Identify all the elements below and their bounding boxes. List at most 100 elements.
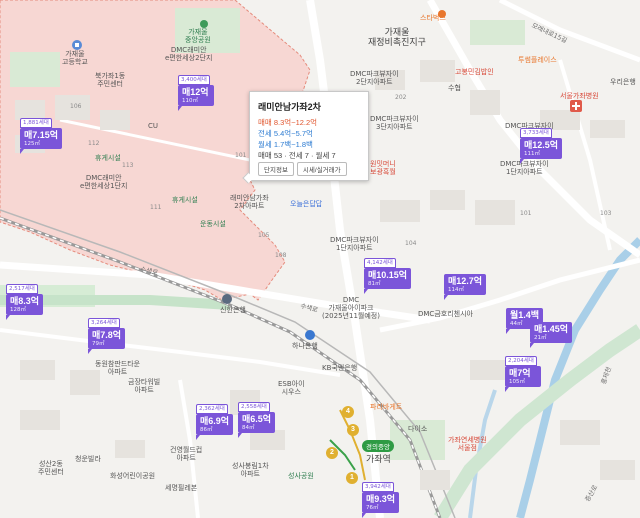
hana-label: 하나은행: [292, 342, 318, 350]
marker-tail: [364, 289, 368, 294]
gajwa-district-label: 가재울 재정비촉진지구: [368, 28, 426, 49]
gyeongui-line-badge: 경의중앙: [362, 440, 394, 452]
ondle-label: 오늘은답답: [290, 200, 323, 208]
price-marker[interactable]: 매12.7억 114㎡: [444, 274, 487, 300]
marker-size: 125㎡: [24, 141, 40, 147]
sungsan-label: 성산2동 주민센터: [38, 460, 64, 477]
marker-size: 128㎡: [10, 307, 26, 313]
marker-tail: [505, 387, 509, 392]
marker-price: 매6.9억: [200, 416, 230, 426]
dmc-park-2-label: DMC파크뷰자이 2단지아파트: [350, 70, 399, 87]
kb-label: KB국민은행: [322, 364, 358, 372]
marker-price-box: 매12억 110㎡: [178, 85, 214, 106]
marker-price: 매6.5억: [242, 414, 272, 424]
marker-household-count: 3,942세대: [362, 482, 394, 492]
marker-price: 매12.7억: [448, 276, 483, 286]
price-marker[interactable]: 2,558세대매6.5억 84㎡: [238, 402, 276, 438]
marker-size: 105㎡: [509, 379, 525, 385]
marker-household-count: 2,362세대: [196, 404, 228, 414]
marker-price-box: 매7.15억 125㎡: [20, 128, 63, 149]
marker-price: 매12.5억: [524, 140, 559, 150]
marker-size: 110㎡: [182, 98, 198, 104]
marker-tail: [238, 433, 242, 438]
paris-label: 파리바게트: [370, 403, 403, 411]
cheongwon-label: 청운빌라: [75, 455, 101, 463]
seongsan-park-label: 성사공원: [288, 472, 314, 480]
dmc-e1-label: DMC래미안 e편한세상1단지: [80, 174, 128, 191]
popup-sale: 매매 8.3억~12.2억: [258, 118, 318, 127]
hospital-icon[interactable]: [570, 100, 582, 112]
price-marker[interactable]: 1,881세대 매7.15억 125㎡: [20, 118, 63, 154]
seongsan-apt-label: 성사봉림1차 아파트: [232, 462, 269, 479]
rest2-label: 휴게시설: [172, 196, 198, 204]
hanasung-label: 동원참판드타운 아파트: [95, 360, 141, 377]
marker-price-box: 매10.15억 81㎡: [364, 268, 412, 289]
complex-info-button[interactable]: 단지정보: [258, 162, 294, 176]
marker-price-box: 매7억 105㎡: [505, 366, 541, 387]
marker-size: 86㎡: [200, 427, 213, 433]
marker-tail: [6, 315, 10, 320]
marker-size: 76㎡: [366, 505, 379, 511]
seoul-hosp-label: 서울가좌병원: [560, 92, 599, 100]
sinhan-label: 신한은행: [220, 306, 246, 314]
popup-title: 래미안남가좌2차: [258, 102, 321, 112]
marker-tail: [362, 513, 366, 518]
marker-price-box: 매12.5억 111㎡: [520, 138, 563, 159]
exit-badge-2: 2: [326, 447, 338, 459]
exit-badge-4: 4: [342, 406, 354, 418]
marker-tail: [88, 349, 92, 354]
price-marker[interactable]: 2,517세대 매8.3억 128㎡: [6, 284, 44, 320]
twosome-label: 투썸플레이스: [518, 56, 557, 64]
dmc-elem-label: DMC래미안 e편한세상2단지: [165, 46, 213, 63]
gunyeong-label: 건영월드컵 아파트: [170, 446, 203, 463]
marker-household-count: 3,733세대: [520, 128, 552, 138]
gajwa-park-label: 가재울 중앙공원: [185, 28, 211, 45]
popup-monthly: 월세 1.7백~1.8백: [258, 140, 313, 149]
price-marker[interactable]: 3,942세대 매9.3억 76㎡: [362, 482, 400, 518]
marker-size: 84㎡: [242, 425, 255, 431]
dmc-geumho-label: DMC금호리첸시아: [418, 310, 473, 318]
gobon-label: 고봉민김밥인: [455, 68, 494, 76]
marker-price-box: 매7.8억 79㎡: [88, 328, 126, 349]
dmc-park-3-label: DMC파크뷰자이 3단지아파트: [370, 115, 419, 132]
marker-household-count: 2,517세대: [6, 284, 38, 294]
dmc-iparak-label: DMC 가재울아이파크 (2025년11월예정): [322, 296, 380, 321]
gajwa-station-label: 가좌역: [366, 455, 391, 465]
price-marker[interactable]: 3,733세대 매12.5억 111㎡: [520, 128, 563, 164]
marker-size: 111㎡: [524, 151, 540, 157]
marker-household-count: 3,264세대: [88, 318, 120, 328]
marker-household-count: 2,558세대: [238, 402, 270, 412]
price-marker[interactable]: 2,204세대 매7억 105㎡: [505, 356, 541, 392]
raemian-2-label: 래미안남가좌 2차아파트: [230, 194, 269, 211]
marker-size: 81㎡: [368, 281, 381, 287]
marker-tail: [520, 159, 524, 164]
marker-price: 매1.45억: [534, 324, 569, 334]
price-marker[interactable]: 매1.45억 21㎡: [530, 322, 573, 348]
marker-price: 매10.15억: [368, 270, 408, 280]
gajwa-hosp-label: 가좌연세병원 서울점: [448, 436, 487, 453]
marker-household-count: 2,204세대: [505, 356, 537, 366]
popup-counts: 매매 53 · 전세 7 · 월세 7: [258, 151, 336, 160]
marker-size: 21㎡: [534, 335, 547, 341]
marker-size: 79㎡: [92, 341, 105, 347]
rest1-label: 휴게시설: [95, 154, 121, 162]
price-marker[interactable]: 3,264세대 매7.8억 79㎡: [88, 318, 126, 354]
complex-popup: 래미안남가좌2차 매매 8.3억~12.2억 전세 5.4억~5.7억 월세 1…: [242, 91, 369, 184]
marker-tail: [506, 329, 510, 334]
market-price-button[interactable]: 시세/실거래가: [296, 162, 347, 176]
price-marker[interactable]: 4,142세대 매10.15억 81㎡: [364, 258, 412, 294]
subway-icon: [305, 330, 315, 340]
gajwa-high-label: 가재울 고등학교: [62, 50, 88, 67]
wonmi-label: 원밋머니 보광흑월: [370, 160, 396, 177]
popup-jeonse: 전세 5.4억~5.7억: [258, 129, 313, 138]
woori-label: 우리은행: [610, 78, 636, 86]
marker-price: 매7.8억: [92, 330, 122, 340]
price-marker[interactable]: 2,362세대매6.9억 86㎡: [196, 404, 234, 440]
price-marker[interactable]: 3,400세대 매12억 110㎡: [178, 75, 214, 111]
dmc-gyeonghee-label: DMC파크뷰자이 1단지아파트: [330, 236, 379, 253]
exit-badge-1: 1: [346, 472, 358, 484]
cu-label: CU: [148, 122, 159, 130]
marker-price-box: 매1.45억 21㎡: [530, 322, 573, 343]
park-icon: [200, 20, 208, 28]
hwaseong-label: 화성어린이공원: [110, 472, 156, 480]
